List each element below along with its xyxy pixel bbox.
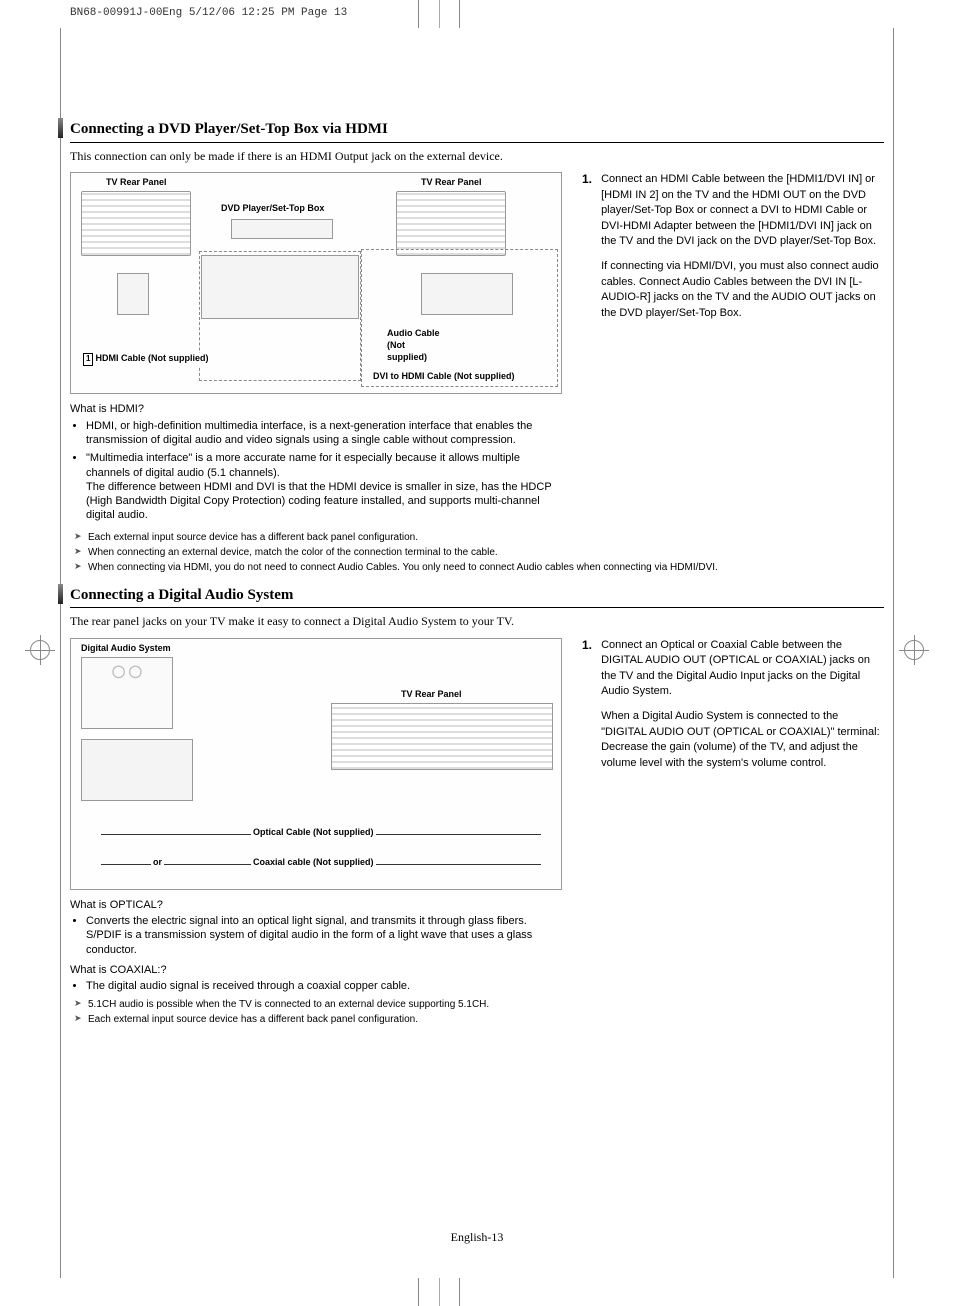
audio-system-box	[81, 657, 173, 729]
s2-note-1: 5.1CH audio is possible when the TV is c…	[70, 998, 562, 1011]
crop-mark-bottom	[418, 1278, 460, 1306]
registration-mark-right	[904, 640, 924, 660]
registration-mark-left	[30, 640, 50, 660]
s2-note-2: Each external input source device has a …	[70, 1013, 562, 1026]
dvi-group-dashed	[361, 249, 558, 387]
audio-system-label: Digital Audio System	[81, 643, 171, 655]
tv-panel-label-2: TV Rear Panel	[401, 689, 462, 701]
dvd-box	[231, 219, 333, 239]
print-header: BN68-00991J-00Eng 5/12/06 12:25 PM Page …	[0, 0, 954, 20]
s1-note-3: When connecting via HDMI, you do not nee…	[70, 561, 884, 574]
hdmi-cable-label: 1HDMI Cable (Not supplied)	[81, 353, 210, 365]
device-label: DVD Player/Set-Top Box	[221, 203, 324, 215]
page-footer: English-13	[0, 1230, 954, 1246]
dvd-zoom-dashed	[199, 251, 361, 381]
page: BN68-00991J-00Eng 5/12/06 12:25 PM Page …	[0, 0, 954, 1306]
or-label: or	[151, 857, 164, 869]
crop-mark-top	[418, 0, 460, 28]
s1-note-2: When connecting an external device, matc…	[70, 546, 884, 559]
optical-cable-label: Optical Cable (Not supplied)	[251, 827, 376, 839]
hdmi-diagram: TV Rear Panel DVD Player/Set-Top Box TV …	[70, 172, 562, 394]
coax-cable-label: Coaxial cable (Not supplied)	[251, 857, 376, 869]
audio-diagram: Digital Audio System TV Rear Panel Optic…	[70, 638, 562, 890]
tv-panel-1-label: TV Rear Panel	[106, 177, 167, 189]
tv-panel-1	[81, 191, 191, 256]
hdmi-zoom	[117, 273, 149, 315]
s1-note-1: Each external input source device has a …	[70, 531, 884, 544]
tv-panel-3	[331, 703, 553, 770]
audio-rear-zoom	[81, 739, 193, 801]
section-2-title: Connecting a Digital Audio System	[70, 586, 884, 609]
section-1-title: Connecting a DVD Player/Set-Top Box via …	[70, 120, 884, 143]
tv-panel-2-label: TV Rear Panel	[421, 177, 482, 189]
section-1-notes: Each external input source device has a …	[70, 531, 884, 574]
tv-panel-2	[396, 191, 506, 256]
